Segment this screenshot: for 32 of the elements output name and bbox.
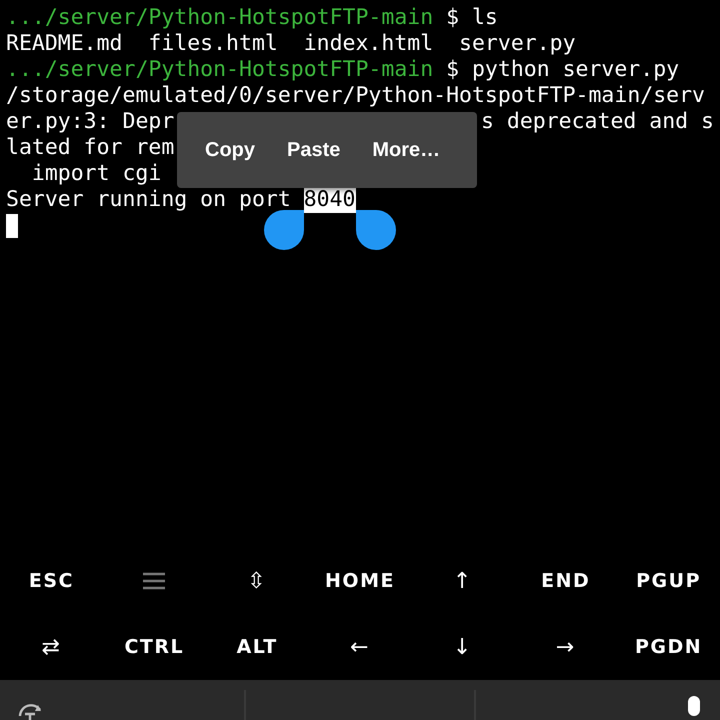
key-button[interactable]: END (535, 562, 596, 600)
key-button[interactable]: ↑ (446, 560, 479, 602)
terminal-text: README.md files.html index.html server.py (6, 31, 576, 57)
key-button[interactable]: CTRL (118, 628, 190, 666)
terminal-text: Server running on port (6, 187, 291, 213)
terminal-text: er.py:3: Depr (6, 109, 174, 135)
text-cursor (6, 214, 18, 238)
prompt-path: .../server/Python-HotspotFTP-main (6, 57, 434, 83)
menu-item[interactable]: Copy (189, 129, 271, 171)
terminal-text: $ python server.py (446, 57, 680, 83)
key-button[interactable]: ← (344, 626, 376, 668)
prompt-path: .../server/Python-HotspotFTP-main (6, 5, 434, 31)
key-button[interactable]: PGUP (630, 562, 707, 600)
terminal-text: lated for rem (6, 135, 174, 161)
key-button[interactable]: ⇄ (35, 626, 68, 668)
key-button[interactable]: PGDN (628, 628, 708, 666)
key-button[interactable]: ↓ (446, 626, 479, 668)
key-button[interactable]: HOME (319, 562, 401, 600)
key-button[interactable]: → (550, 626, 582, 668)
menu-icon[interactable] (143, 572, 166, 590)
key-button[interactable]: ESC (22, 562, 80, 600)
menu-item[interactable]: Paste (271, 129, 356, 171)
terminal-text: $ ls (446, 5, 498, 31)
selection-handle[interactable] (262, 210, 304, 250)
selected-text: 8040 (304, 187, 356, 213)
selection-handle[interactable] (356, 210, 398, 250)
key-button[interactable]: ⇳ (241, 560, 274, 602)
terminal-text: import cgi (32, 161, 162, 187)
terminal-text: /storage/emulated/0/server/Python-HotspotFTP-main/serv (6, 83, 705, 109)
menu-item[interactable]: More… (356, 129, 456, 171)
key-button[interactable]: ALT (230, 628, 284, 666)
terminal-text: s deprecated and s (481, 109, 714, 135)
